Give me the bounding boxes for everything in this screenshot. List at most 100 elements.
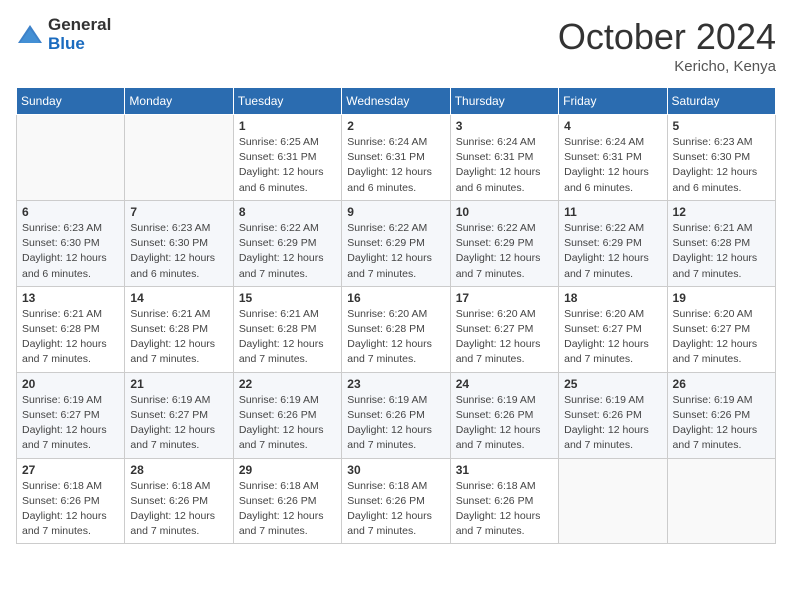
calendar-cell: [17, 115, 125, 201]
calendar-cell: 22 Sunrise: 6:19 AMSunset: 6:26 PMDayligh…: [233, 372, 341, 458]
calendar-header: SundayMondayTuesdayWednesdayThursdayFrid…: [17, 88, 776, 115]
day-number: 24: [456, 377, 553, 391]
title-block: October 2024 Kericho, Kenya: [558, 16, 776, 75]
day-number: 19: [673, 291, 770, 305]
calendar-cell: 25Sunrise: 6:19 AMSunset: 6:26 PMDayligh…: [559, 372, 667, 458]
calendar-week-2: 6 Sunrise: 6:23 AMSunset: 6:30 PMDaylight…: [17, 200, 776, 286]
day-info: Sunrise: 6:20 AMSunset: 6:27 PMDaylight:…: [673, 307, 770, 368]
calendar-body: 1 Sunrise: 6:25 AMSunset: 6:31 PMDaylight…: [17, 115, 776, 544]
calendar-cell: [125, 115, 233, 201]
day-info: Sunrise: 6:18 AMSunset: 6:26 PMDaylight:…: [22, 479, 119, 540]
calendar-cell: [559, 458, 667, 544]
calendar-week-1: 1 Sunrise: 6:25 AMSunset: 6:31 PMDaylight…: [17, 115, 776, 201]
weekday-header-sunday: Sunday: [17, 88, 125, 115]
day-info: Sunrise: 6:19 AMSunset: 6:26 PMDaylight:…: [673, 393, 770, 454]
day-number: 5: [673, 119, 770, 133]
day-info: Sunrise: 6:20 AMSunset: 6:28 PMDaylight:…: [347, 307, 444, 368]
weekday-header-saturday: Saturday: [667, 88, 775, 115]
calendar-week-3: 13 Sunrise: 6:21 AMSunset: 6:28 PMDayligh…: [17, 286, 776, 372]
calendar-week-5: 27 Sunrise: 6:18 AMSunset: 6:26 PMDayligh…: [17, 458, 776, 544]
day-info: Sunrise: 6:21 AMSunset: 6:28 PMDaylight:…: [239, 307, 336, 368]
calendar-cell: 23Sunrise: 6:19 AMSunset: 6:26 PMDayligh…: [342, 372, 450, 458]
day-info: Sunrise: 6:18 AMSunset: 6:26 PMDaylight:…: [239, 479, 336, 540]
location: Kericho, Kenya: [558, 58, 776, 75]
day-info: Sunrise: 6:24 AMSunset: 6:31 PMDaylight:…: [347, 135, 444, 196]
page-header: General Blue October 2024 Kericho, Kenya: [16, 16, 776, 75]
weekday-header-monday: Monday: [125, 88, 233, 115]
day-number: 4: [564, 119, 661, 133]
calendar-cell: 29Sunrise: 6:18 AMSunset: 6:26 PMDayligh…: [233, 458, 341, 544]
day-info: Sunrise: 6:22 AMSunset: 6:29 PMDaylight:…: [239, 221, 336, 282]
day-info: Sunrise: 6:18 AMSunset: 6:26 PMDaylight:…: [347, 479, 444, 540]
day-number: 7: [130, 205, 227, 219]
day-number: 14: [130, 291, 227, 305]
day-number: 13: [22, 291, 119, 305]
calendar-cell: 8 Sunrise: 6:22 AMSunset: 6:29 PMDaylight…: [233, 200, 341, 286]
weekday-header-wednesday: Wednesday: [342, 88, 450, 115]
day-number: 17: [456, 291, 553, 305]
month-year: October 2024: [558, 16, 776, 58]
calendar-cell: 4 Sunrise: 6:24 AMSunset: 6:31 PMDaylight…: [559, 115, 667, 201]
calendar-week-4: 20Sunrise: 6:19 AMSunset: 6:27 PMDayligh…: [17, 372, 776, 458]
day-info: Sunrise: 6:19 AMSunset: 6:27 PMDaylight:…: [22, 393, 119, 454]
day-info: Sunrise: 6:19 AMSunset: 6:27 PMDaylight:…: [130, 393, 227, 454]
day-number: 6: [22, 205, 119, 219]
calendar-cell: 17 Sunrise: 6:20 AMSunset: 6:27 PMDayligh…: [450, 286, 558, 372]
calendar-cell: 27 Sunrise: 6:18 AMSunset: 6:26 PMDayligh…: [17, 458, 125, 544]
calendar-cell: [667, 458, 775, 544]
calendar-cell: 28Sunrise: 6:18 AMSunset: 6:26 PMDayligh…: [125, 458, 233, 544]
day-number: 15: [239, 291, 336, 305]
weekday-row: SundayMondayTuesdayWednesdayThursdayFrid…: [17, 88, 776, 115]
day-info: Sunrise: 6:20 AMSunset: 6:27 PMDaylight:…: [564, 307, 661, 368]
day-number: 9: [347, 205, 444, 219]
weekday-header-friday: Friday: [559, 88, 667, 115]
day-number: 1: [239, 119, 336, 133]
day-info: Sunrise: 6:25 AMSunset: 6:31 PMDaylight:…: [239, 135, 336, 196]
day-info: Sunrise: 6:23 AMSunset: 6:30 PMDaylight:…: [22, 221, 119, 282]
calendar-cell: 1 Sunrise: 6:25 AMSunset: 6:31 PMDaylight…: [233, 115, 341, 201]
day-info: Sunrise: 6:24 AMSunset: 6:31 PMDaylight:…: [564, 135, 661, 196]
calendar-cell: 21 Sunrise: 6:19 AMSunset: 6:27 PMDayligh…: [125, 372, 233, 458]
day-number: 31: [456, 463, 553, 477]
day-number: 21: [130, 377, 227, 391]
calendar-cell: 15 Sunrise: 6:21 AMSunset: 6:28 PMDayligh…: [233, 286, 341, 372]
day-info: Sunrise: 6:23 AMSunset: 6:30 PMDaylight:…: [673, 135, 770, 196]
calendar-cell: 9 Sunrise: 6:22 AMSunset: 6:29 PMDaylight…: [342, 200, 450, 286]
calendar-cell: 14Sunrise: 6:21 AMSunset: 6:28 PMDayligh…: [125, 286, 233, 372]
calendar-cell: 30 Sunrise: 6:18 AMSunset: 6:26 PMDayligh…: [342, 458, 450, 544]
calendar-cell: 20Sunrise: 6:19 AMSunset: 6:27 PMDayligh…: [17, 372, 125, 458]
calendar-cell: 13Sunrise: 6:21 AMSunset: 6:28 PMDayligh…: [17, 286, 125, 372]
calendar-cell: 12Sunrise: 6:21 AMSunset: 6:28 PMDayligh…: [667, 200, 775, 286]
logo-blue: Blue: [48, 35, 111, 54]
day-number: 2: [347, 119, 444, 133]
logo-general: General: [48, 16, 111, 35]
day-info: Sunrise: 6:24 AMSunset: 6:31 PMDaylight:…: [456, 135, 553, 196]
logo-icon: [16, 21, 44, 49]
calendar-cell: 10Sunrise: 6:22 AMSunset: 6:29 PMDayligh…: [450, 200, 558, 286]
day-info: Sunrise: 6:18 AMSunset: 6:26 PMDaylight:…: [456, 479, 553, 540]
calendar-cell: 16Sunrise: 6:20 AMSunset: 6:28 PMDayligh…: [342, 286, 450, 372]
day-number: 22: [239, 377, 336, 391]
day-number: 8: [239, 205, 336, 219]
day-number: 30: [347, 463, 444, 477]
day-number: 26: [673, 377, 770, 391]
calendar-cell: 11Sunrise: 6:22 AMSunset: 6:29 PMDayligh…: [559, 200, 667, 286]
day-info: Sunrise: 6:18 AMSunset: 6:26 PMDaylight:…: [130, 479, 227, 540]
calendar-cell: 24 Sunrise: 6:19 AMSunset: 6:26 PMDayligh…: [450, 372, 558, 458]
day-number: 27: [22, 463, 119, 477]
day-number: 25: [564, 377, 661, 391]
day-info: Sunrise: 6:19 AMSunset: 6:26 PMDaylight:…: [239, 393, 336, 454]
logo-text: General Blue: [48, 16, 111, 53]
weekday-header-tuesday: Tuesday: [233, 88, 341, 115]
day-info: Sunrise: 6:20 AMSunset: 6:27 PMDaylight:…: [456, 307, 553, 368]
day-info: Sunrise: 6:19 AMSunset: 6:26 PMDaylight:…: [456, 393, 553, 454]
calendar-cell: 5 Sunrise: 6:23 AMSunset: 6:30 PMDaylight…: [667, 115, 775, 201]
day-number: 11: [564, 205, 661, 219]
day-number: 3: [456, 119, 553, 133]
logo: General Blue: [16, 16, 111, 53]
day-number: 18: [564, 291, 661, 305]
calendar-table: SundayMondayTuesdayWednesdayThursdayFrid…: [16, 87, 776, 544]
day-info: Sunrise: 6:22 AMSunset: 6:29 PMDaylight:…: [347, 221, 444, 282]
calendar-cell: 2 Sunrise: 6:24 AMSunset: 6:31 PMDaylight…: [342, 115, 450, 201]
day-number: 10: [456, 205, 553, 219]
